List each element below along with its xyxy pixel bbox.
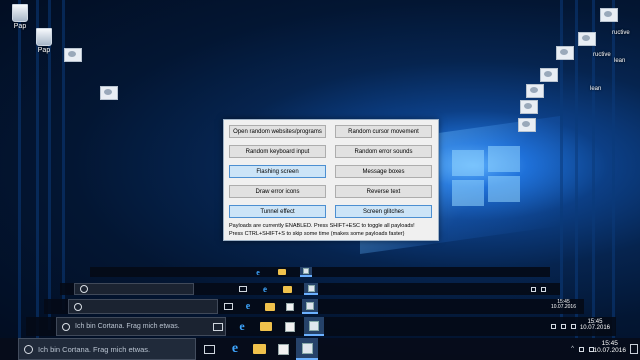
glitched-icon xyxy=(100,86,118,100)
chevron-up-icon[interactable]: ^ xyxy=(571,346,574,352)
clock-echo: 15:45 10.07.2016 xyxy=(550,299,576,311)
edge-icon: e xyxy=(256,267,260,277)
taskbar-clock[interactable]: 15:45 10.07.2016 xyxy=(593,340,626,355)
cortana-icon xyxy=(74,302,82,311)
search-box-echo xyxy=(74,283,194,295)
recycle-bin-icon xyxy=(12,4,28,22)
tunnel-streak xyxy=(18,0,21,360)
memz-app-icon xyxy=(302,299,318,314)
file-explorer-icon xyxy=(280,283,294,295)
cortana-search-box[interactable]: Ich bin Cortana. Frag mich etwas. xyxy=(18,338,196,360)
edge-button[interactable]: e xyxy=(224,338,246,360)
network-icon[interactable] xyxy=(579,346,584,352)
system-tray[interactable]: ^ xyxy=(571,338,594,360)
search-box-echo: Ich bin Cortana. Frag mich etwas. xyxy=(56,317,226,336)
glitched-label: ructive xyxy=(612,30,630,36)
payload-window: Open random websites/programs Random cur… xyxy=(223,119,439,241)
cortana-icon xyxy=(80,285,88,293)
tunnel-streak xyxy=(575,0,578,340)
draw-error-icons-button[interactable]: Draw error icons xyxy=(229,185,326,198)
task-view-icon xyxy=(208,317,228,336)
glitched-icon xyxy=(518,118,536,132)
store-icon xyxy=(282,299,298,314)
file-explorer-icon xyxy=(256,317,276,336)
file-explorer-icon xyxy=(252,344,266,354)
payload-hint-text: Press CTRL+SHIFT+S to skip some time (ma… xyxy=(229,231,405,237)
error-sounds-button[interactable]: Random error sounds xyxy=(335,145,432,158)
cortana-icon xyxy=(24,344,33,354)
windows-logo-pane xyxy=(452,180,484,206)
desktop-icon-recycle-bin[interactable]: Pap xyxy=(32,28,56,54)
glitched-icon xyxy=(578,32,596,46)
keyboard-input-button[interactable]: Random keyboard input xyxy=(229,145,326,158)
memz-app-icon xyxy=(300,267,312,277)
screen-glitches-button[interactable]: Screen glitches xyxy=(335,205,432,218)
windows-logo-pane xyxy=(488,146,520,172)
glitched-icon xyxy=(520,100,538,114)
glitched-icon xyxy=(600,8,618,22)
desktop-icon-recycle-bin[interactable]: Pap xyxy=(8,4,32,30)
clock-echo: 15:45 10.07.2016 xyxy=(580,319,610,332)
glitched-icon xyxy=(556,46,574,60)
tunnel-streak xyxy=(612,0,615,360)
clock-date: 10.07.2016 xyxy=(550,304,576,311)
desktop-icon-label: Pap xyxy=(37,47,51,54)
taskbar-echo: e xyxy=(60,283,560,295)
windows-logo-pane xyxy=(488,176,520,202)
glitched-icon xyxy=(540,68,558,82)
system-tray-echo xyxy=(531,283,546,295)
flashing-screen-button[interactable]: Flashing screen xyxy=(229,165,326,178)
task-view-icon xyxy=(220,299,236,314)
file-explorer-button[interactable] xyxy=(248,338,270,360)
recycle-bin-icon xyxy=(36,28,52,46)
message-boxes-button[interactable]: Message boxes xyxy=(335,165,432,178)
open-websites-button[interactable]: Open random websites/programs xyxy=(229,125,326,138)
file-explorer-icon xyxy=(276,267,288,277)
action-center-icon[interactable] xyxy=(630,344,638,354)
tunnel-effect-button[interactable]: Tunnel effect xyxy=(229,205,326,218)
edge-icon: e xyxy=(231,341,239,356)
memz-app-icon xyxy=(304,283,318,295)
cursor-movement-button[interactable]: Random cursor movement xyxy=(335,125,432,138)
memz-app-icon xyxy=(301,342,313,354)
task-view-icon xyxy=(236,283,250,295)
glitched-label: ructive xyxy=(593,52,611,58)
memz-app-icon xyxy=(304,317,324,336)
glitched-label: lean xyxy=(614,58,626,64)
task-view-button[interactable] xyxy=(198,338,220,360)
taskbar-echo: e xyxy=(90,267,550,277)
store-button[interactable] xyxy=(272,338,294,360)
windows-logo-pane xyxy=(452,150,484,176)
store-icon xyxy=(277,343,289,355)
taskbar-echo: e 15:45 10.07.2016 xyxy=(44,299,584,314)
glitched-icon xyxy=(526,84,544,98)
memz-app-button[interactable] xyxy=(296,338,318,360)
clock-date: 10.07.2016 xyxy=(579,325,610,332)
desktop-icon-label: Pap xyxy=(13,23,27,30)
taskbar-echo: Ich bin Cortana. Frag mich etwas. e 15:4… xyxy=(26,317,616,336)
edge-icon: e xyxy=(263,284,267,294)
taskbar: Ich bin Cortana. Frag mich etwas. e ^ 15… xyxy=(0,338,640,360)
search-placeholder: Ich bin Cortana. Frag mich etwas. xyxy=(38,344,151,354)
search-placeholder: Ich bin Cortana. Frag mich etwas. xyxy=(75,323,180,330)
glitched-icon xyxy=(64,48,82,62)
file-explorer-icon xyxy=(262,299,278,314)
system-tray-echo xyxy=(551,317,576,336)
tunnel-streak xyxy=(62,0,65,310)
search-box-echo xyxy=(68,299,218,314)
cortana-icon xyxy=(62,322,70,331)
task-view-icon xyxy=(203,344,215,354)
glitched-label: lean xyxy=(590,86,602,92)
edge-icon: e xyxy=(245,301,251,312)
payload-status-text: Payloads are currently ENABLED. Press SH… xyxy=(229,223,415,229)
store-icon xyxy=(280,317,300,336)
clock-date: 10.07.2016 xyxy=(593,346,626,354)
reverse-text-button[interactable]: Reverse text xyxy=(335,185,432,198)
edge-icon: e xyxy=(239,319,245,333)
